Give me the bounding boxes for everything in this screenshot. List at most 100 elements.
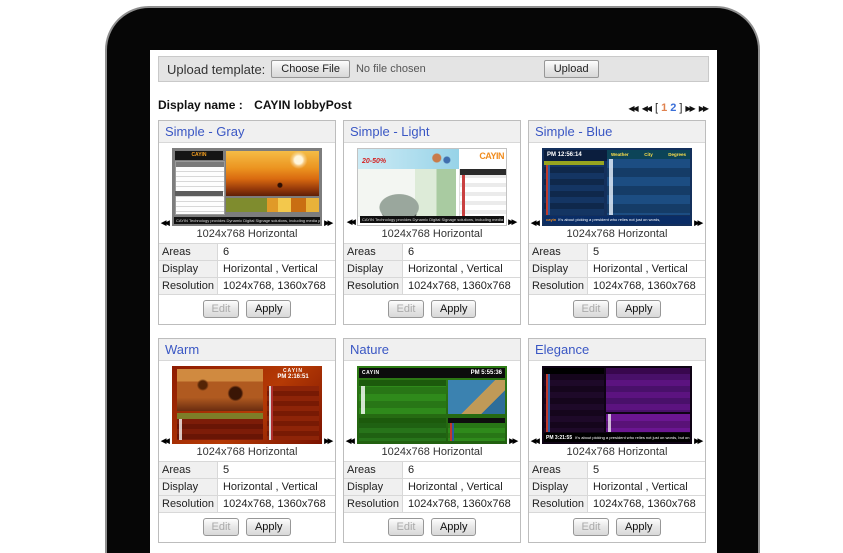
pagination-first-icon[interactable]: ◀◀ [628,104,638,113]
ticker-prev-icon: ◀◀ [347,218,354,226]
pagination-prev-icon[interactable]: ◀◀ [642,104,652,113]
preview-image-simple-blue: PM 12:56:14 Weather City Degrees cayinIt… [542,148,692,226]
template-preview: CAYIN PM 2:16:51 ◀◀ ▶▶ 1024x768 Horizont… [159,361,335,461]
choose-file-button[interactable]: Choose File [271,60,350,78]
areas-label: Areas [159,462,217,479]
template-info-table: Areas 6 Display Horizontal , Vertical Re… [344,243,520,295]
preview-top-bar: CAYIN PM 5:55:36 [359,368,505,378]
template-title: Simple - Gray [159,121,335,143]
template-info-table: Areas 5 Display Horizontal , Vertical Re… [529,461,705,513]
resolution-label: Resolution [344,496,402,513]
resolution-label: Resolution [159,496,217,513]
ticker-prev-icon: ◀◀ [346,437,353,445]
page: Upload template: Choose File No file cho… [0,0,843,553]
degrees-col: Degrees [668,152,686,157]
resolution-label: Resolution [159,278,217,295]
areas-value: 5 [217,462,335,479]
resolution-label: Resolution [529,278,587,295]
apply-button[interactable]: Apply [431,518,477,536]
edit-button[interactable]: Edit [388,518,425,536]
template-title: Simple - Blue [529,121,705,143]
preview-clock: PM 12:56:14 [544,150,607,161]
template-preview: CAYIN PM 5:55:36 ◀◀ ▶▶ 1024x768 Horizont… [344,361,520,461]
preview-currency-table [448,418,505,441]
preview-caption: 1024x768 Horizontal [159,226,335,243]
pagination-page-2[interactable]: 2 [670,102,676,114]
template-info-table: Areas 6 Display Horizontal , Vertical Re… [344,461,520,513]
preview-cayin-logo: CAYIN [362,370,380,376]
ticker-prev-icon: ◀◀ [161,219,168,227]
pagination-last-icon[interactable]: ▶▶ [699,104,709,113]
ticker-next-icon: ▶▶ [324,437,331,445]
card-actions: Edit Apply [344,295,520,324]
pagination-bracket-close: ] [679,102,682,114]
ticker-prev-icon: ◀◀ [531,437,538,445]
pagination-next-icon[interactable]: ▶▶ [685,104,695,113]
card-actions: Edit Apply [159,513,335,542]
areas-value: 5 [587,462,705,479]
display-label: Display [529,261,587,278]
preview-image-nature: CAYIN PM 5:55:36 ◀◀ ▶▶ [357,366,507,444]
display-value: Horizontal , Vertical [587,261,705,278]
edit-button[interactable]: Edit [573,300,610,318]
resolution-value: 1024x768, 1360x768 [402,496,520,513]
ticker-next-icon: ▶▶ [509,437,516,445]
display-value: Horizontal , Vertical [587,479,705,496]
preview-weather-table [606,414,690,432]
apply-button[interactable]: Apply [246,518,292,536]
apply-button[interactable]: Apply [616,518,662,536]
pagination: ◀◀ ◀◀ [ 1 2 ] ▶▶ ▶▶ [628,102,709,114]
template-card-warm: Warm CAYIN PM 2:16:51 ◀◀ [158,338,336,543]
pagination-bracket-open: [ [655,102,658,114]
preview-caption: 1024x768 Horizontal [159,444,335,461]
apply-button[interactable]: Apply [246,300,292,318]
preview-weather-table: Weather City Degrees [607,150,690,215]
display-name-row: Display name : CAYIN lobbyPost ◀◀ ◀◀ [ 1… [150,82,717,120]
upload-button[interactable]: Upload [544,60,599,78]
display-label: Display [344,479,402,496]
preview-cafe-photo [177,369,263,411]
preview-caption: 1024x768 Horizontal [344,226,520,243]
preview-caption: 1024x768 Horizontal [344,444,520,461]
display-value: Horizontal , Vertical [217,479,335,496]
preview-table-header [175,191,223,196]
apply-button[interactable]: Apply [431,300,477,318]
preview-banner [226,198,319,212]
preview-currency-table [544,161,604,215]
preview-cayin-logo: CAYIN [463,151,504,167]
areas-label: Areas [159,244,217,261]
template-preview: PM 3:21:55It's about picking a president… [529,361,705,461]
template-preview: 20-50% CAYIN CAYIN Technology provides D… [344,143,520,243]
edit-button[interactable]: Edit [388,300,425,318]
template-preview: CAYIN CAYIN Technology provides Dynamic … [159,143,335,243]
preview-image-simple-light: 20-50% CAYIN CAYIN Technology provides D… [357,148,507,226]
template-title: Simple - Light [344,121,520,143]
areas-label: Areas [529,462,587,479]
template-title: Warm [159,339,335,361]
apply-button[interactable]: Apply [616,300,662,318]
preview-ticker: cayinIt's about picking a president who … [544,216,690,224]
card-actions: Edit Apply [529,513,705,542]
preview-weather-table [177,413,263,440]
pagination-page-1[interactable]: 1 [661,102,667,114]
edit-button[interactable]: Edit [203,518,240,536]
preview-finance-table [359,418,446,441]
template-info-table: Areas 5 Display Horizontal , Vertical Re… [529,243,705,295]
preview-data-table [175,161,225,215]
template-card-simple-gray: Simple - Gray CAYIN CAYIN Technology pro… [158,120,336,325]
display-label: Display [529,479,587,496]
resolution-label: Resolution [344,278,402,295]
template-title: Elegance [529,339,705,361]
edit-button[interactable]: Edit [203,300,240,318]
template-title: Nature [344,339,520,361]
resolution-value: 1024x768, 1360x768 [587,496,705,513]
ticker-prev-icon: ◀◀ [531,219,538,227]
areas-label: Areas [344,462,402,479]
preview-caption: 1024x768 Horizontal [529,444,705,461]
edit-button[interactable]: Edit [573,518,610,536]
preview-weather-rows [607,159,690,215]
template-card-simple-light: Simple - Light 20-50% CAYIN CAYIN Techno… [343,120,521,325]
preview-currency-table [544,368,604,432]
preview-ticker: CAYIN Technology provides Dynamic Digita… [174,217,320,224]
preview-clock: PM 2:16:51 [267,374,319,380]
